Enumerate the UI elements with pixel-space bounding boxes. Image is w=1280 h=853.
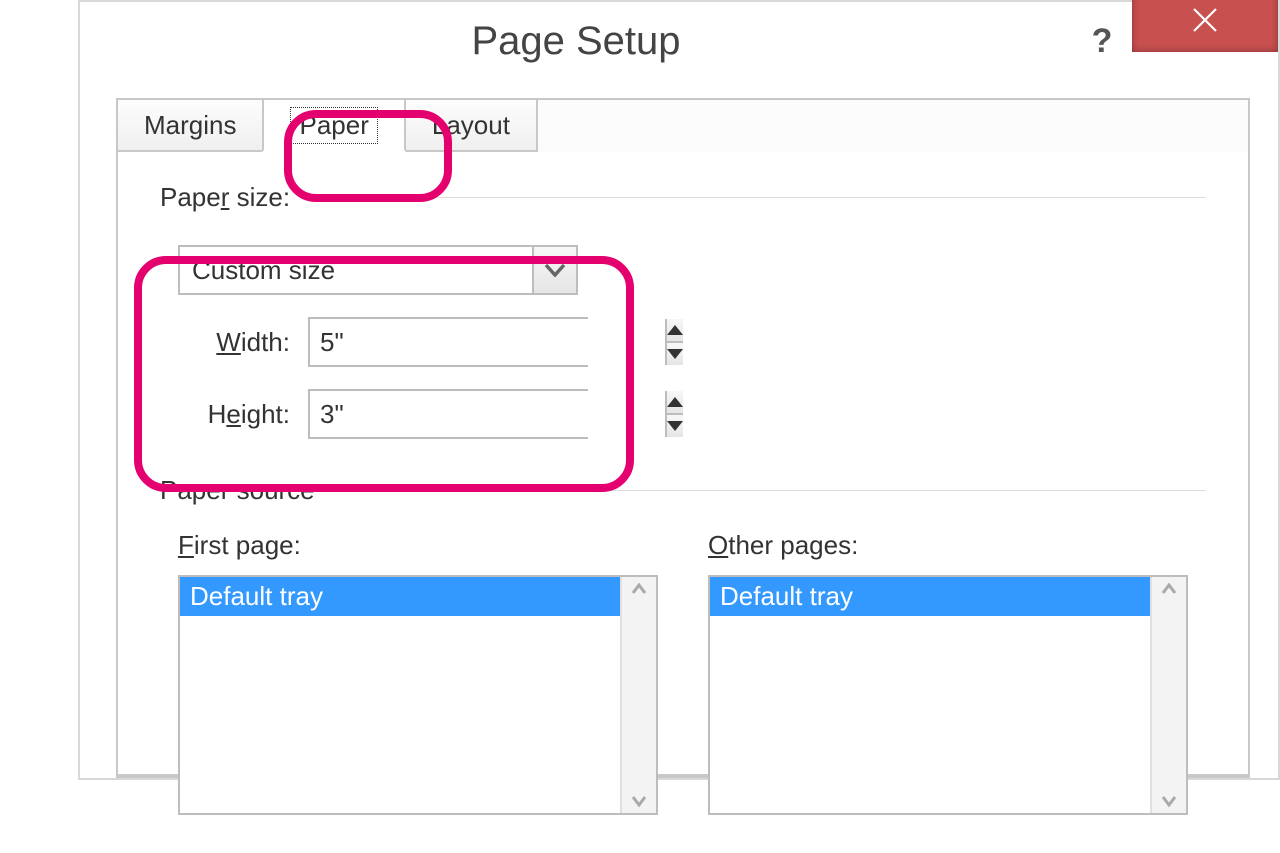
other-pages-items: Default tray (710, 577, 1150, 813)
other-pages-listbox[interactable]: Default tray (708, 575, 1188, 815)
tab-label: Layout (432, 110, 510, 141)
chevron-down-icon (532, 247, 576, 293)
width-spin-up[interactable] (667, 319, 683, 341)
close-button[interactable] (1132, 0, 1278, 52)
paper-size-dropdown[interactable]: Custom size (178, 245, 578, 295)
tab-paper-panel: Paper size: Custom size Width: (116, 152, 1250, 776)
tab-group: Margins Paper Layout Paper size: (116, 98, 1250, 778)
height-row: Height: (178, 389, 642, 439)
list-item[interactable]: Default tray (710, 577, 1150, 616)
dialog-title: Page Setup (80, 19, 1072, 64)
height-spin-up[interactable] (667, 391, 683, 413)
tab-label: Margins (144, 110, 236, 141)
triangle-up-icon (667, 397, 683, 407)
titlebar: Page Setup ? (80, 2, 1278, 80)
tab-paper[interactable]: Paper (262, 98, 405, 152)
page-setup-dialog: Page Setup ? Margins Paper Layout (78, 0, 1280, 780)
height-input[interactable] (310, 391, 665, 437)
other-pages-label: Other pages: (708, 530, 1188, 561)
triangle-up-icon (667, 325, 683, 335)
tab-strip: Margins Paper Layout (116, 98, 1246, 152)
height-label: Height: (178, 399, 290, 430)
dialog-content: Margins Paper Layout Paper size: (80, 80, 1278, 778)
first-page-items: Default tray (180, 577, 620, 813)
list-item[interactable]: Default tray (180, 577, 620, 616)
scroll-down-icon (1161, 795, 1177, 807)
width-spinner[interactable] (308, 317, 588, 367)
width-spin-down[interactable] (667, 341, 683, 365)
width-spin-buttons (665, 319, 683, 365)
first-page-scrollbar[interactable] (620, 577, 656, 813)
paper-size-selected: Custom size (180, 247, 532, 293)
width-row: Width: (178, 317, 642, 367)
help-icon: ? (1092, 22, 1113, 61)
other-pages-scrollbar[interactable] (1150, 577, 1186, 813)
paper-size-block: Custom size Width: (160, 237, 660, 457)
scroll-up-icon (1161, 583, 1177, 595)
paper-source-label: Paper source (160, 475, 1206, 506)
triangle-down-icon (667, 421, 683, 431)
help-button[interactable]: ? (1072, 2, 1132, 80)
scroll-up-icon (631, 583, 647, 595)
paper-size-label: Paper size: (160, 182, 1206, 213)
first-page-column: First page: Default tray (178, 530, 658, 815)
first-page-listbox[interactable]: Default tray (178, 575, 658, 815)
close-icon (1190, 5, 1220, 35)
first-page-label: First page: (178, 530, 658, 561)
tab-margins[interactable]: Margins (116, 98, 264, 152)
paper-source-columns: First page: Default tray (160, 530, 1206, 815)
width-label: Width: (178, 327, 290, 358)
height-spin-buttons (665, 391, 683, 437)
tab-label: Paper (290, 107, 377, 144)
tab-layout[interactable]: Layout (404, 98, 538, 152)
triangle-down-icon (667, 349, 683, 359)
other-pages-column: Other pages: Default tray (708, 530, 1188, 815)
height-spin-down[interactable] (667, 413, 683, 437)
height-spinner[interactable] (308, 389, 588, 439)
width-input[interactable] (310, 319, 665, 365)
scroll-down-icon (631, 795, 647, 807)
